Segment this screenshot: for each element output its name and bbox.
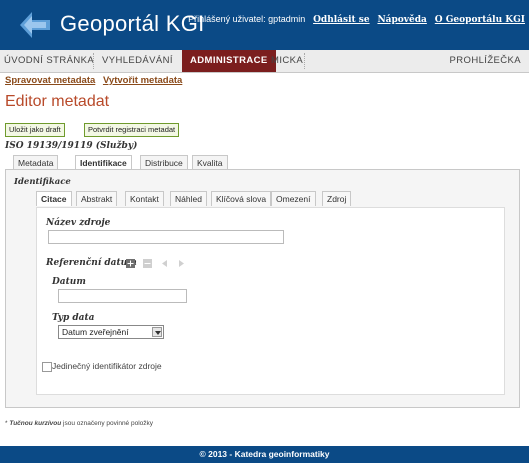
tab-metadata[interactable]: Metadata [13,155,59,170]
chevron-down-icon[interactable] [152,327,162,337]
footer-bar: © 2013 - Katedra geoinformatiky [0,446,529,463]
nav-item-administration[interactable]: ADMINISTRACE [182,50,276,72]
resource-name-label: Název zdroje [46,218,111,228]
footnote-text: jsou označeny povinné položky [61,420,154,427]
nav-separator [93,53,94,69]
unique-id-checkbox[interactable] [42,362,52,372]
reference-date-label: Referenční datum [46,258,137,268]
tab-distribution[interactable]: Distribuce [140,155,188,170]
header-bar: Geoportál KGI Přihlášený uživatel: gptad… [0,0,529,50]
standard-label: ISO 19139/19119 (Služby) [5,141,138,151]
nav-item-home[interactable]: ÚVODNÍ STRÁNKA [4,50,94,72]
section-label: Identifikace [14,177,71,187]
remove-icon[interactable] [143,259,152,268]
about-link[interactable]: O Geoportálu KGI [435,15,525,25]
arrow-right-icon[interactable] [177,259,186,268]
date-type-label: Typ data [52,313,95,323]
main-nav: ÚVODNÍ STRÁNKA VYHLEDÁVÁNÍ ADMINISTRACE … [0,50,529,73]
subtab-constraints[interactable]: Omezení [271,191,316,206]
manage-metadata-link[interactable]: Spravovat metadata [5,75,95,86]
nav-item-search[interactable]: VYHLEDÁVÁNÍ [102,50,173,72]
date-input[interactable] [58,289,187,303]
subtab-keywords[interactable]: Klíčová slova [211,191,272,206]
nav-separator [304,53,305,69]
nav-item-micka[interactable]: MICKA [271,50,303,72]
subtab-preview[interactable]: Náhled [170,191,207,206]
sub-links: Spravovat metadata Vytvořit metadata [5,75,187,86]
subtab-citation[interactable]: Citace [36,191,72,206]
subtab-source[interactable]: Zdroj [322,191,352,206]
footnote-bold: Tučnou kurzívou [9,420,62,427]
confirm-registration-button[interactable]: Potvrdit registraci metadat [84,123,180,137]
nav-item-viewer[interactable]: PROHLÍŽEČKA [450,50,521,72]
create-metadata-link[interactable]: Vytvořit metadata [103,75,182,86]
arrow-left-icon[interactable] [160,259,169,268]
date-type-select[interactable]: Datum zveřejnění [58,325,164,339]
logo-arrow-icon [20,12,50,38]
required-fields-note: * Tučnou kurzívou jsou označeny povinné … [5,420,154,427]
page-title: Editor metadat [5,93,110,110]
site-title: Geoportál KGI [60,11,205,36]
save-draft-button[interactable]: Uložit jako draft [5,123,65,137]
add-icon[interactable] [126,259,135,268]
logout-link[interactable]: Odhlásit se [313,15,370,25]
resource-name-input[interactable] [48,230,284,244]
date-label: Datum [52,277,86,287]
logged-user-text: Přihlášený uživatel: gptadmin [188,14,306,24]
tab-quality[interactable]: Kvalita [192,155,228,170]
subtab-abstract[interactable]: Abstrakt [76,191,118,206]
date-type-value: Datum zveřejnění [62,327,129,337]
subtab-contact[interactable]: Kontakt [125,191,164,206]
header-links: Přihlášený uživatel: gptadmin Odhlásit s… [188,14,525,25]
unique-id-label: Jedinečný identifikátor zdroje [52,361,162,371]
help-link[interactable]: Nápověda [377,15,426,25]
